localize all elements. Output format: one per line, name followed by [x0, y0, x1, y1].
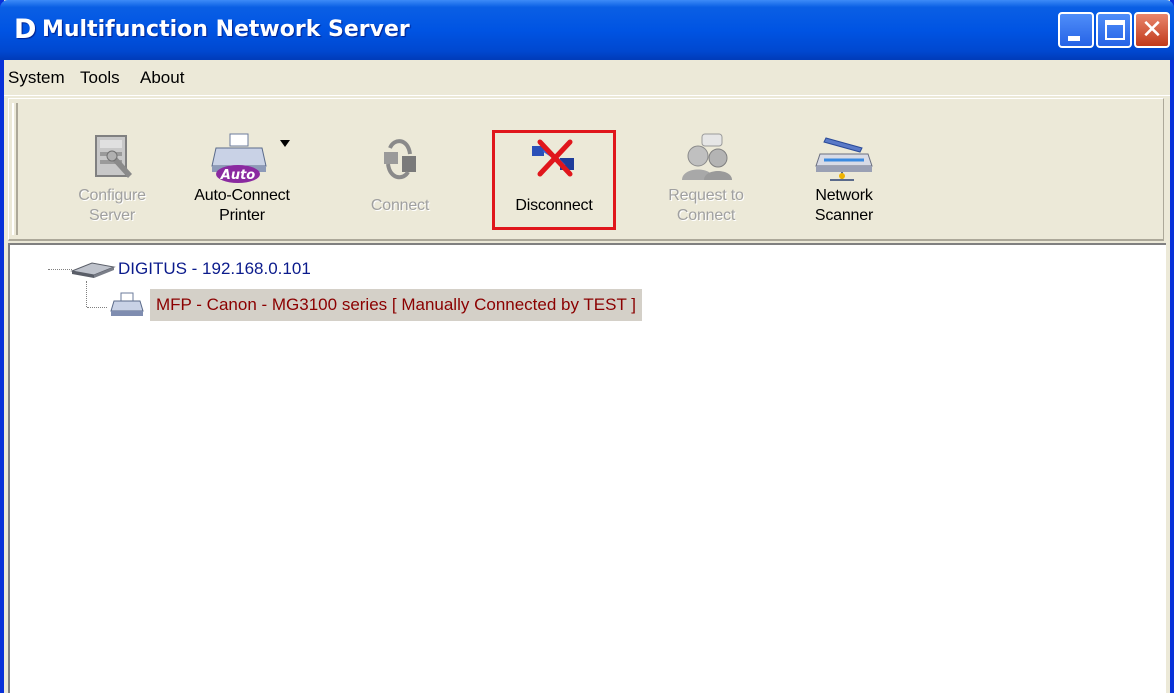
- request-to-connect-label-1: Request to: [668, 187, 744, 204]
- network-scanner-label-2: Scanner: [814, 207, 874, 224]
- toolbar-grip[interactable]: [12, 103, 18, 235]
- minimize-button[interactable]: [1058, 12, 1094, 48]
- disconnect-highlight-box: [492, 130, 616, 230]
- close-button[interactable]: ✕: [1134, 12, 1170, 48]
- tree-connector: [48, 269, 72, 270]
- printer-icon: [110, 292, 144, 316]
- server-device-icon: [70, 262, 116, 278]
- network-scanner-icon: [815, 137, 873, 181]
- close-icon: ✕: [1141, 15, 1163, 45]
- connect-button[interactable]: Connect: [340, 130, 460, 234]
- auto-connect-printer-icon: Auto: [211, 133, 290, 183]
- menu-tools[interactable]: Tools: [80, 68, 120, 88]
- maximize-icon: [1105, 20, 1125, 40]
- menu-bar: System Tools About: [4, 60, 1170, 96]
- window-title: Multifunction Network Server: [42, 17, 410, 42]
- configure-server-label-1: Configure: [78, 187, 146, 204]
- configure-server-label-2: Server: [89, 207, 135, 224]
- network-scanner-button[interactable]: Network Scanner: [784, 130, 904, 234]
- network-scanner-label-1: Network: [815, 187, 873, 204]
- dropdown-arrow-icon: [280, 140, 290, 147]
- minimize-icon: [1068, 36, 1080, 41]
- server-label: DIGITUS - 192.168.0.101: [118, 259, 311, 278]
- configure-server-button[interactable]: Configure Server: [52, 130, 172, 234]
- tree-connector: [86, 281, 87, 307]
- menu-system[interactable]: System: [8, 68, 65, 88]
- configure-server-icon: [95, 135, 132, 178]
- tree-connector: [87, 307, 107, 308]
- connect-label: Connect: [370, 197, 430, 214]
- device-tree-pane[interactable]: DIGITUS - 192.168.0.101 MFP - Canon - MG…: [8, 243, 1166, 693]
- request-to-connect-button[interactable]: Request to Connect: [646, 130, 766, 234]
- maximize-button[interactable]: [1096, 12, 1132, 48]
- title-bar[interactable]: D Multifunction Network Server ✕: [0, 0, 1174, 60]
- menu-about[interactable]: About: [140, 68, 184, 88]
- request-connect-icon: [682, 133, 732, 180]
- request-to-connect-label-2: Connect: [676, 207, 736, 224]
- app-logo-icon: D: [14, 14, 37, 45]
- auto-connect-printer-button[interactable]: Auto Auto-Connect Printer: [182, 130, 302, 234]
- connect-icon: [384, 139, 416, 180]
- auto-connect-label-2: Printer: [219, 207, 265, 224]
- auto-connect-label-1: Auto-Connect: [194, 187, 290, 204]
- app-window: D Multifunction Network Server ✕ System …: [0, 0, 1174, 693]
- auto-badge: Auto: [220, 168, 256, 183]
- printer-label: MFP - Canon - MG3100 series [ Manually C…: [150, 289, 642, 321]
